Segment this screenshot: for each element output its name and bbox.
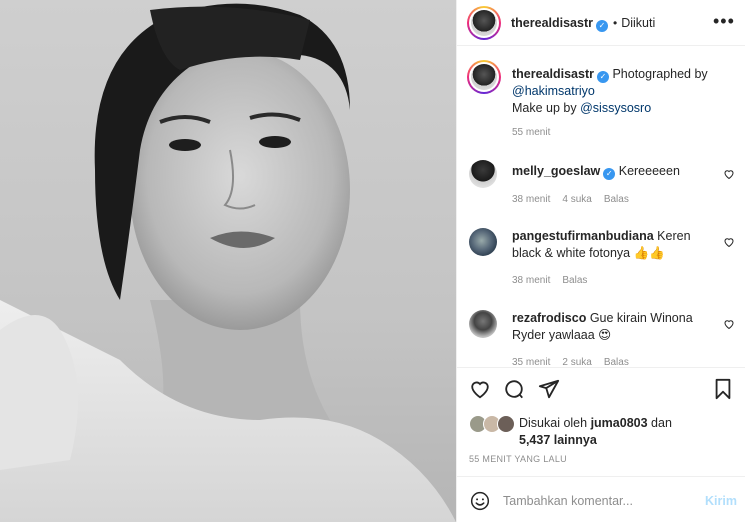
share-icon[interactable] [538, 378, 560, 403]
emoji-icon[interactable] [470, 491, 490, 514]
action-bar [457, 367, 745, 407]
comment-time[interactable]: 38 menit [512, 275, 550, 286]
comment-input[interactable]: Tambahkan komentar... [503, 494, 633, 508]
caption-line-2: Make up by [512, 101, 577, 115]
like-comment-heart-icon[interactable] [723, 168, 735, 183]
caption-mention-makeup[interactable]: @sissysosro [580, 101, 651, 115]
likes-text: Disukai oleh juma0803 dan 5,437 lainnya [519, 415, 672, 449]
commenter-username[interactable]: rezafrodisco [512, 311, 586, 325]
comment-meta: 38 menit 4 suka Balas [512, 194, 641, 205]
bookmark-icon[interactable] [713, 378, 733, 403]
like-comment-heart-icon[interactable] [723, 318, 735, 333]
verified-icon: ✓ [596, 71, 609, 83]
header-user: therealdisastr ✓ • Diikuti [511, 16, 655, 32]
comment-meta: 38 menit Balas [512, 275, 599, 286]
likes-others-count[interactable]: 5,437 lainnya [519, 433, 597, 447]
post-timestamp[interactable]: 55 MENIT YANG LALU [469, 454, 567, 464]
liker-avatars [469, 415, 517, 435]
commenter-avatar[interactable] [469, 160, 497, 188]
post-side-panel: therealdisastr ✓ • Diikuti ••• therealdisas… [456, 0, 745, 522]
like-comment-heart-icon[interactable] [723, 236, 735, 251]
author-avatar[interactable] [467, 6, 501, 40]
caption-line-1: Photographed by [612, 67, 708, 81]
caption-timestamp[interactable]: 55 menit [512, 127, 550, 138]
caption-mention-photographer[interactable]: @hakimsatriyo [512, 84, 595, 98]
commenter-avatar[interactable] [469, 228, 497, 256]
comment-time[interactable]: 38 menit [512, 194, 550, 205]
comment-icon[interactable] [503, 378, 525, 403]
post-header: therealdisastr ✓ • Diikuti ••• [457, 0, 745, 46]
author-username[interactable]: therealdisastr [511, 16, 593, 30]
commenter-username[interactable]: pangestufirmanbudiana [512, 229, 654, 243]
comment-emoji: 👍👍 [633, 246, 665, 260]
comment-text: rezafrodisco Gue kirain Winona Ryder yaw… [512, 310, 707, 344]
comment-text: melly_goeslaw ✓ Kereeeeen [512, 163, 707, 180]
likes-conj: dan [651, 416, 672, 430]
commenter-username[interactable]: melly_goeslaw [512, 164, 600, 178]
reply-button[interactable]: Balas [604, 194, 629, 205]
reply-button[interactable]: Balas [562, 275, 587, 286]
caption-author-avatar[interactable] [467, 60, 501, 94]
add-comment-bar: Tambahkan komentar... Kirim [457, 476, 745, 522]
comment-likes[interactable]: 4 suka [562, 194, 591, 205]
liker-avatar[interactable] [497, 415, 515, 433]
comment-text: pangestufirmanbudiana Keren black & whit… [512, 228, 707, 262]
separator-dot: • [612, 16, 618, 30]
more-options-icon[interactable]: ••• [713, 12, 735, 30]
liker-username[interactable]: juma0803 [591, 416, 648, 430]
verified-icon: ✓ [595, 20, 608, 32]
comment-body: Kereeeeen [618, 164, 680, 178]
post-photo[interactable] [0, 0, 456, 522]
commenter-avatar[interactable] [469, 310, 497, 338]
follow-status[interactable]: Diikuti [621, 16, 655, 30]
heart-icon[interactable] [469, 378, 491, 403]
portrait-image [0, 3, 456, 522]
likes-prefix: Disukai oleh [519, 416, 588, 430]
caption-username[interactable]: therealdisastr [512, 67, 594, 81]
comment-emoji: 😍 [598, 328, 612, 342]
verified-icon: ✓ [603, 168, 616, 180]
post-comment-button[interactable]: Kirim [705, 494, 737, 508]
caption-text: therealdisastr ✓ Photographed by @hakimsa… [512, 66, 737, 117]
